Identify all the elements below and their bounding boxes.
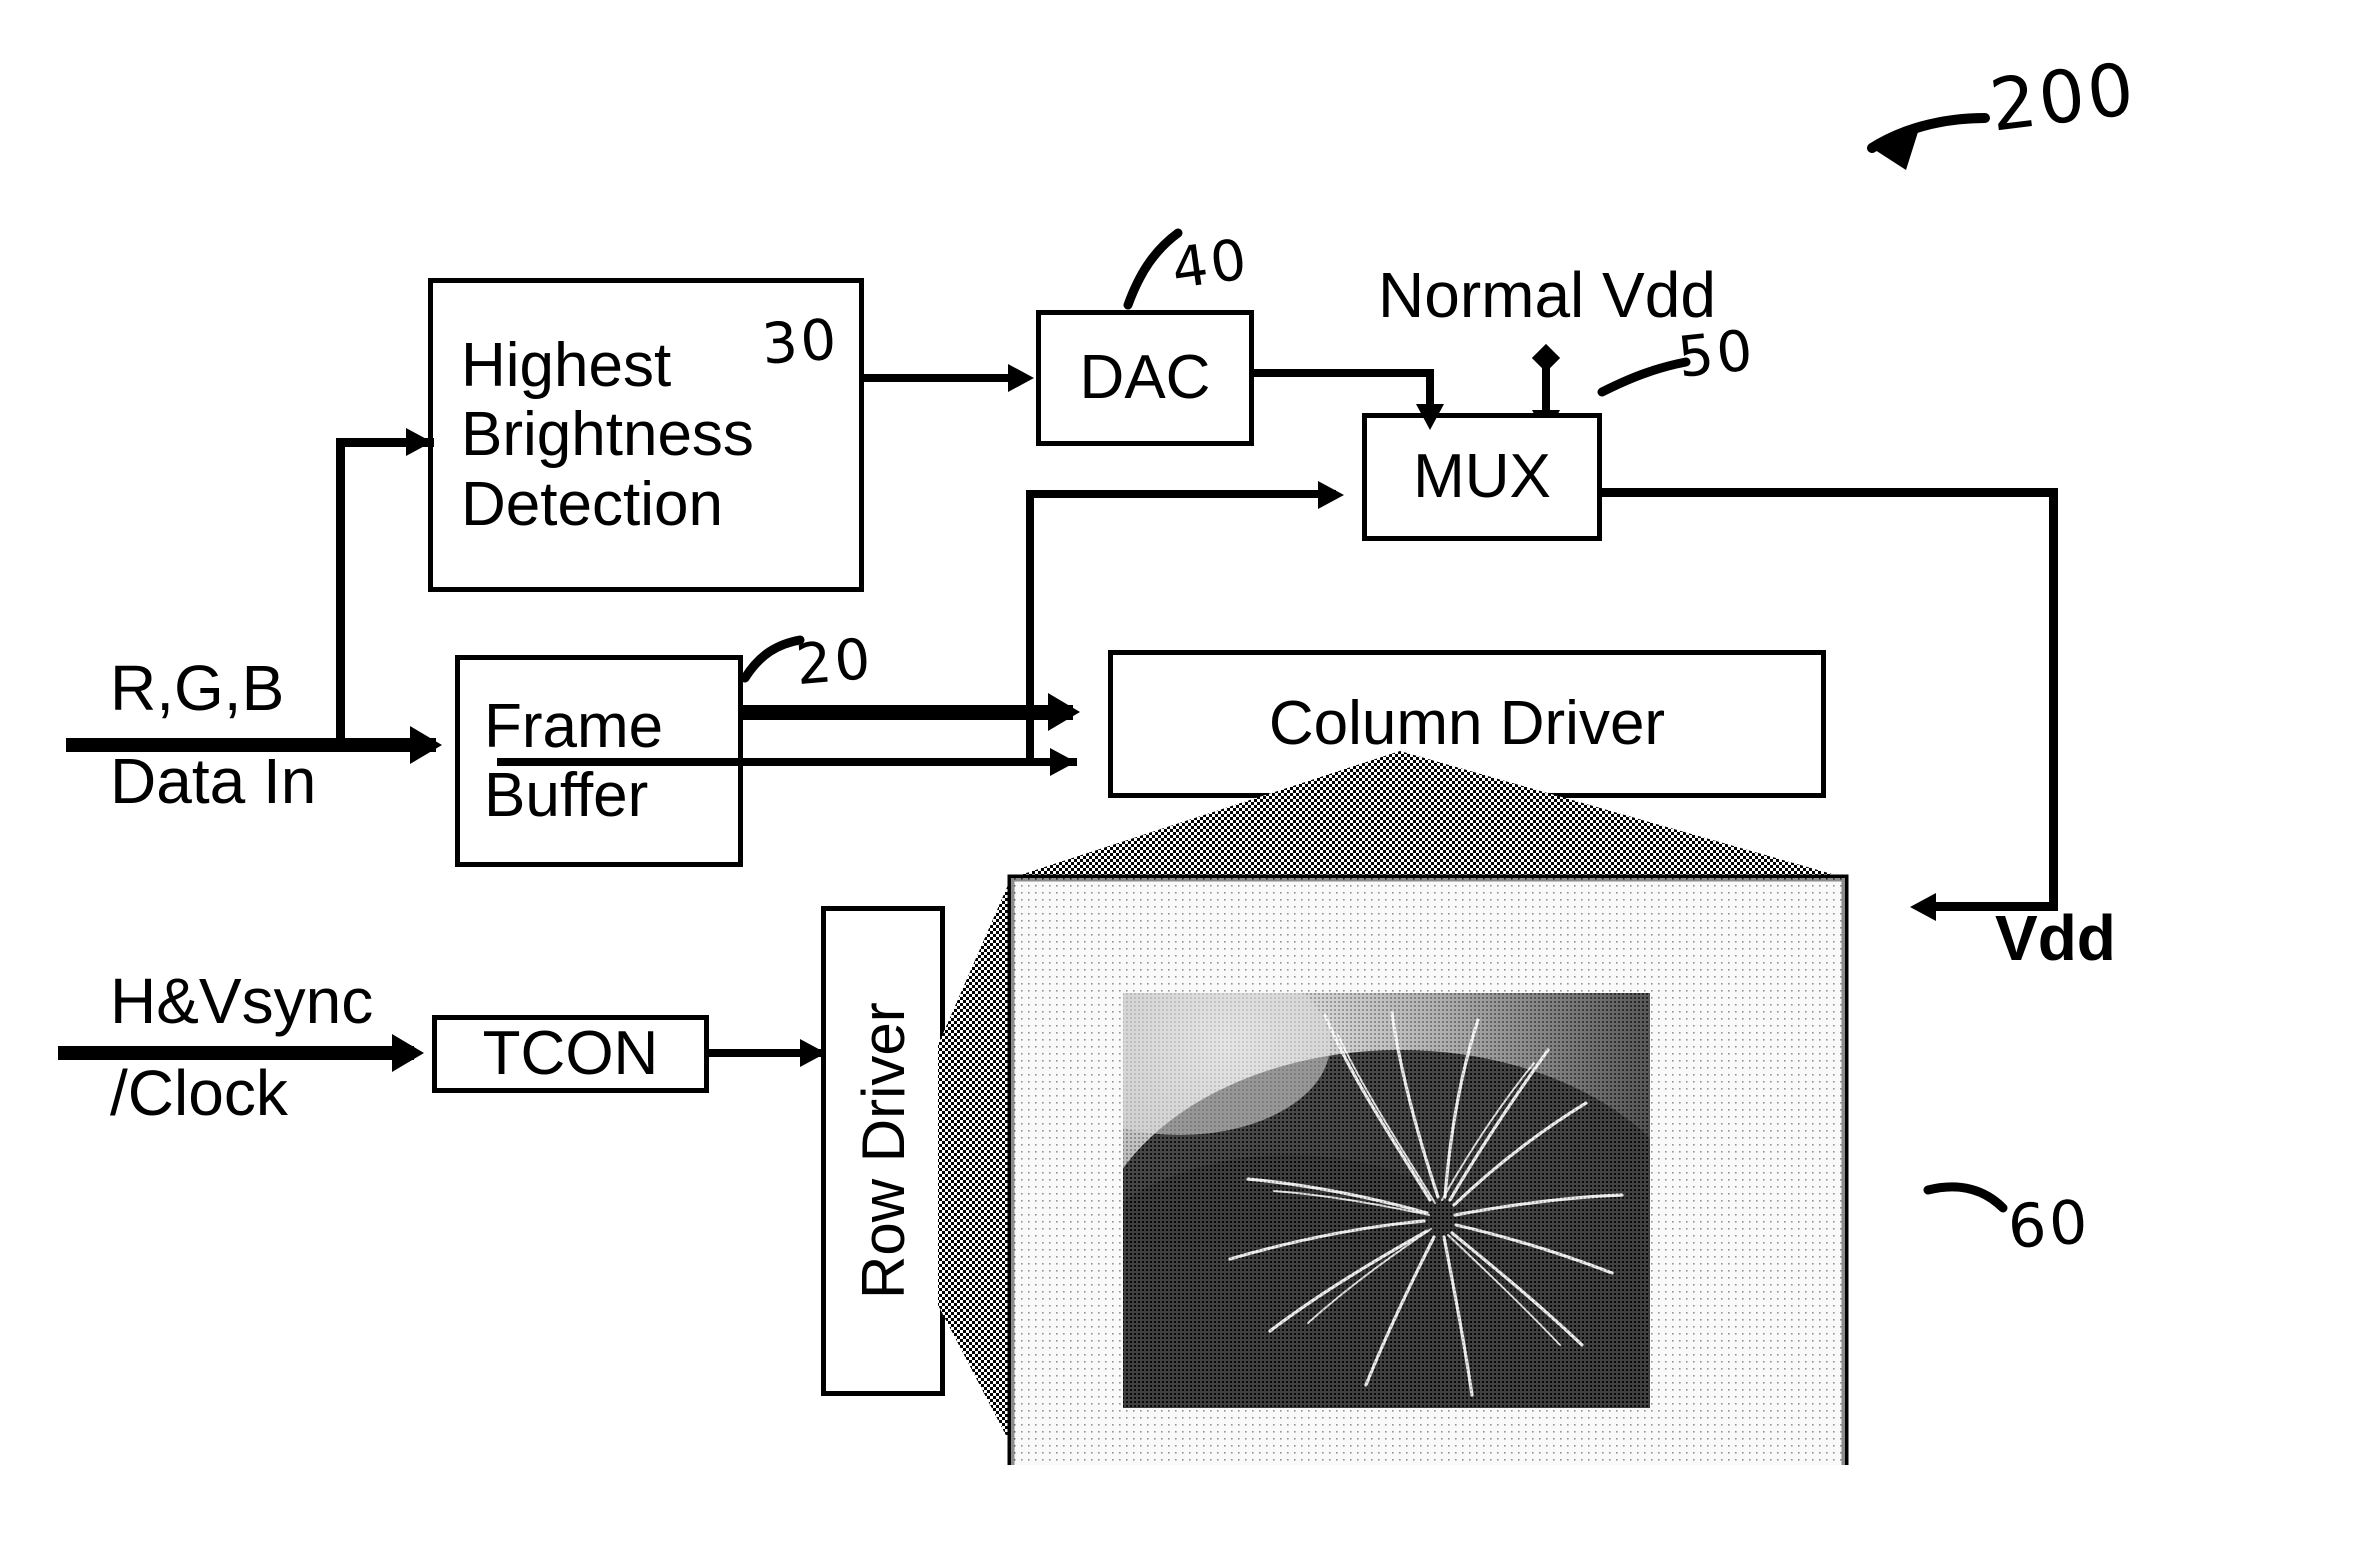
block-label-mux: MUX [1413, 442, 1551, 512]
arrowhead-hvsync-into-tcon [392, 1034, 424, 1072]
wire-dac-out-horizontal [1254, 369, 1434, 377]
arrowhead-rgb-into-hbd [406, 428, 432, 456]
ref-numeral-40: 40 [1167, 226, 1254, 303]
block-label-row-driver: Row Driver [849, 1002, 917, 1300]
label-hvsync-line2: /Clock [110, 1057, 288, 1129]
block-mux[interactable]: MUX [1362, 413, 1602, 541]
ref-numeral-30: 30 [759, 307, 842, 378]
wire-rgb-branch-vertical [336, 438, 345, 742]
wire-mux-out-horizontal [1602, 488, 2058, 497]
label-rgb-line1: R,G,B [110, 652, 285, 724]
wire-mux-input-vertical [1026, 490, 1034, 762]
block-row-driver[interactable]: Row Driver [821, 906, 945, 1396]
block-label-tcon: TCON [482, 1019, 659, 1089]
ref-numeral-60: 60 [2005, 1187, 2093, 1263]
arrowhead-rgb-into-frame-buffer [410, 726, 442, 764]
ref-numeral-50: 50 [1674, 318, 1759, 391]
label-rgb-line2: Data In [110, 745, 317, 817]
wire-hbd-to-dac [864, 374, 1012, 382]
wire-mux-out-vertical [2049, 488, 2058, 910]
figure-ref-200: 200 [1985, 46, 2142, 148]
wire-hvsync-in [58, 1046, 414, 1060]
block-label-highest-brightness-detection: Highest Brightness Detection [461, 330, 754, 539]
display-panel-graphic [938, 751, 1849, 1465]
figure-canvas: 200 Highest Brightness Detection 30 DAC … [0, 0, 2364, 1563]
arrowhead-into-mux-left [1318, 481, 1344, 509]
arrowhead-hbd-into-dac [1008, 364, 1034, 392]
block-label-dac: DAC [1079, 343, 1211, 413]
wire-rgb-data-in [66, 738, 436, 752]
display-panel[interactable] [930, 745, 1950, 1465]
wire-mux-input-horizontal [1026, 490, 1336, 498]
arrowhead-dac-into-mux [1416, 404, 1444, 430]
wire-frame-buffer-to-column-driver [743, 705, 1073, 720]
label-vdd: Vdd [1995, 902, 2116, 974]
block-dac[interactable]: DAC [1036, 310, 1254, 446]
ref-numeral-20: 20 [793, 626, 876, 699]
label-normal-vdd: Normal Vdd [1378, 259, 1716, 331]
label-hvsync-line1: H&Vsync [110, 965, 374, 1037]
block-tcon[interactable]: TCON [432, 1015, 709, 1093]
arrowhead-fb-into-column-driver [1048, 693, 1080, 731]
